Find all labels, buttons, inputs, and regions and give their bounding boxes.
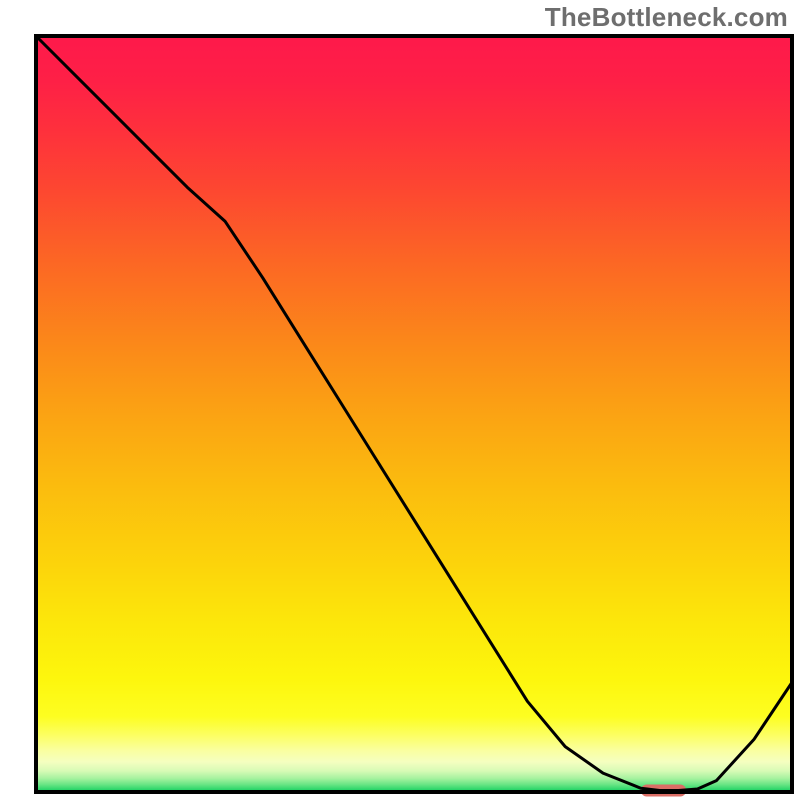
watermark-text: TheBottleneck.com: [545, 2, 788, 33]
chart-svg: [0, 0, 800, 800]
bottleneck-chart: TheBottleneck.com: [0, 0, 800, 800]
